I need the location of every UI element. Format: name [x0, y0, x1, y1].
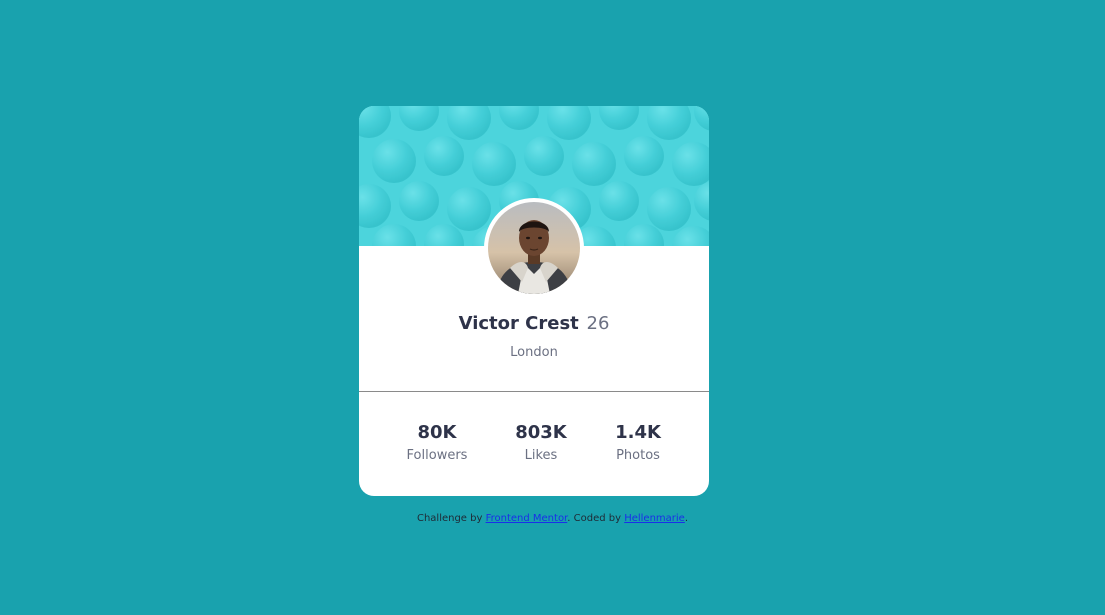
- stat-followers: 80K Followers: [387, 422, 487, 464]
- stat-value: 80K: [417, 422, 457, 443]
- avatar: [484, 198, 584, 298]
- attribution-prefix: Challenge by: [416, 513, 486, 524]
- stat-likes: 803K Likes: [491, 422, 591, 464]
- attribution: Challenge by Frontend Mentor. Coded by H…: [0, 512, 1105, 526]
- stat-label: Likes: [524, 448, 558, 463]
- divider: [359, 391, 709, 392]
- profile-age: 26: [586, 313, 610, 334]
- profile-card: Victor Crest 26 London 80K Followers 803…: [359, 106, 709, 496]
- author-link[interactable]: Hellenmarie: [624, 513, 685, 524]
- person-photo-icon: [488, 202, 580, 294]
- stat-label: Followers: [406, 448, 468, 463]
- profile-location: London: [510, 345, 558, 360]
- stat-value: 1.4K: [615, 422, 661, 443]
- stat-label: Photos: [616, 448, 660, 463]
- profile-name: Victor Crest: [458, 313, 579, 334]
- stat-value: 803K: [515, 422, 567, 443]
- stat-photos: 1.4K Photos: [588, 422, 688, 464]
- frontend-mentor-link[interactable]: Frontend Mentor: [486, 513, 568, 524]
- attribution-suffix: .: [684, 513, 689, 524]
- attribution-middle: . Coded by: [567, 513, 625, 524]
- profile-name-row: Victor Crest 26: [359, 312, 709, 336]
